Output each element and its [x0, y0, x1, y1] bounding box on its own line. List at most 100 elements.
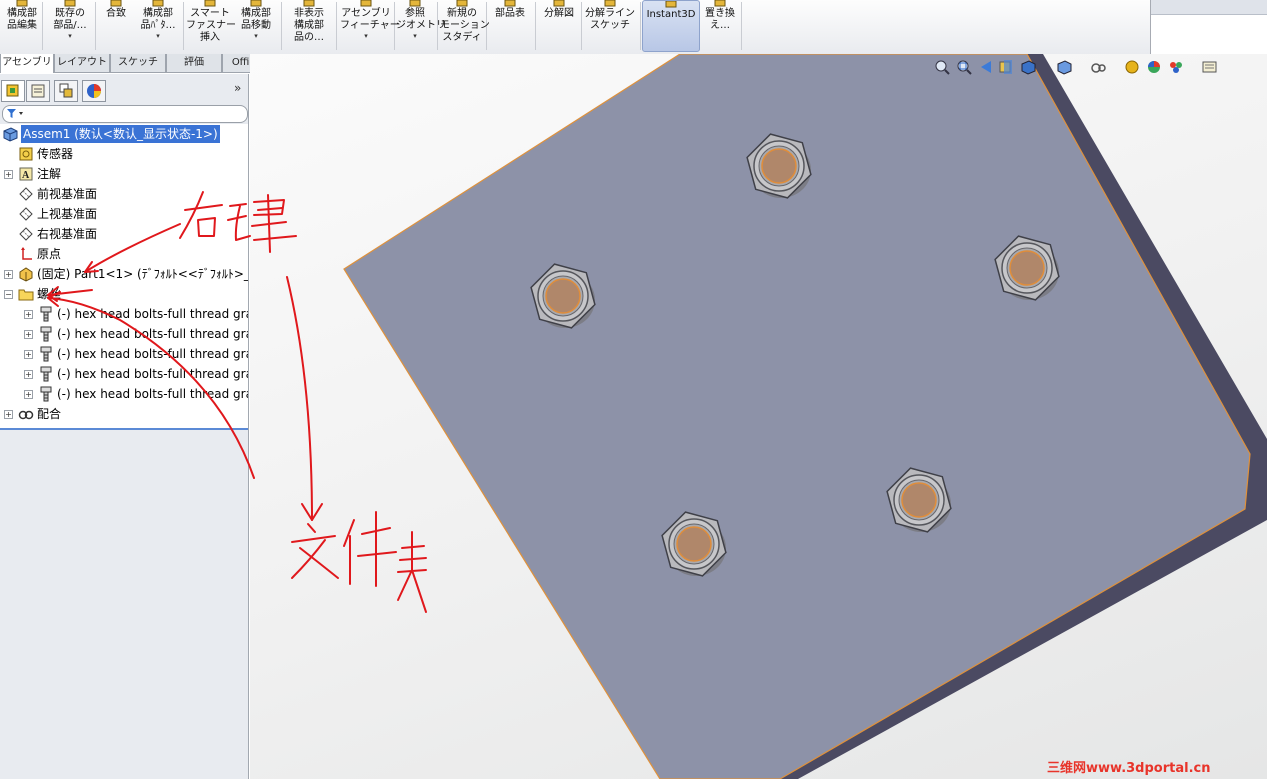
- motion-study-icon: [440, 0, 484, 8]
- tree-item-13[interactable]: + (-) hex head bolts-full thread gra: [0, 384, 248, 404]
- hide-show-items-icon[interactable]: [1090, 59, 1106, 75]
- ribbon-button-label: 非表示 構成部 品の…: [294, 8, 324, 43]
- tree-item-label: (-) hex head bolts-full thread gra: [57, 307, 248, 321]
- command-tab-0[interactable]: アセンブリ: [0, 54, 54, 73]
- property-manager-tab[interactable]: [26, 80, 50, 102]
- expand-plus-icon[interactable]: +: [24, 330, 33, 339]
- plane-icon: [19, 227, 33, 241]
- tree-item-10[interactable]: + (-) hex head bolts-full thread gra: [0, 324, 248, 344]
- chevron-down-icon[interactable]: ▾: [340, 32, 392, 41]
- expand-plus-icon[interactable]: +: [24, 350, 33, 359]
- tree-item-label: (-) hex head bolts-full thread gra: [57, 367, 248, 381]
- command-tab-2[interactable]: スケッチ: [110, 54, 166, 73]
- ribbon-button-9[interactable]: 新規の モーション スタディ: [440, 0, 490, 54]
- ribbon-button-0[interactable]: 構成部 品編集: [0, 0, 44, 54]
- tree-item-8[interactable]: − 螺丝: [0, 284, 248, 304]
- ribbon-button-label: 既存の 部品/…: [53, 8, 87, 31]
- chevron-down-icon[interactable]: ▾: [136, 32, 180, 41]
- ribbon-button-13[interactable]: Instant3D: [642, 0, 700, 52]
- tree-item-label: 注解: [37, 167, 62, 181]
- section-view-icon[interactable]: [998, 59, 1014, 75]
- display-manager-tab[interactable]: [82, 80, 106, 102]
- ribbon-button-label: 新規の モーション スタディ: [440, 8, 490, 43]
- expand-plus-icon[interactable]: +: [24, 390, 33, 399]
- bolt-icon: [40, 386, 52, 402]
- tree-item-label: (-) hex head bolts-full thread gra: [57, 387, 248, 401]
- ribbon-button-5[interactable]: 構成部 品移動 ▾: [234, 0, 278, 54]
- plane-icon: [19, 187, 33, 201]
- tree-item-11[interactable]: + (-) hex head bolts-full thread gra: [0, 344, 248, 364]
- tree-item-0[interactable]: Assem1 (数认<数认_显示状态-1>): [0, 124, 248, 144]
- chevron-down-icon[interactable]: ▾: [234, 32, 278, 41]
- ribbon-button-4[interactable]: スマート ファスナー 挿入: [186, 0, 236, 54]
- expand-plus-icon[interactable]: +: [4, 270, 13, 279]
- smart-fastener-icon: [186, 0, 234, 8]
- ribbon-separator: [535, 2, 536, 50]
- tree-item-3[interactable]: 前视基准面: [0, 184, 248, 204]
- annotation-icon: A: [19, 167, 33, 181]
- ribbon-separator: [581, 2, 582, 50]
- ribbon-button-10[interactable]: 部品表: [488, 0, 532, 54]
- tree-item-14[interactable]: + 配合: [0, 404, 248, 424]
- zoom-to-fit-icon[interactable]: [934, 59, 950, 75]
- display-style-icon[interactable]: [1056, 59, 1072, 75]
- replace-component-icon: [700, 0, 740, 8]
- bolt-icon: [40, 366, 52, 382]
- expand-plus-icon[interactable]: +: [24, 370, 33, 379]
- edit-component-icon: [0, 0, 44, 8]
- ribbon-button-11[interactable]: 分解図: [538, 0, 580, 54]
- mates-icon: [18, 410, 34, 420]
- tree-item-6[interactable]: 原点: [0, 244, 248, 264]
- folder-icon: [18, 289, 34, 301]
- view-palette-icon[interactable]: [1202, 59, 1218, 75]
- command-manager-ribbon: 構成部 品編集 既存の 部品/… ▾ 合致 構成部 品ﾊﾟﾀ… ▾ スマート ファスナー 挿…: [0, 0, 1151, 55]
- ribbon-button-12[interactable]: 分解ライン スケッチ: [584, 0, 636, 54]
- expand-plus-icon[interactable]: +: [4, 170, 13, 179]
- tree-item-1[interactable]: 传感器: [0, 144, 248, 164]
- view-settings-icon[interactable]: [1168, 59, 1184, 75]
- bom-icon: [488, 0, 532, 8]
- feature-manager-tab[interactable]: [1, 80, 25, 102]
- ribbon-button-label: Instant3D: [646, 9, 696, 20]
- command-tab-1[interactable]: レイアウト: [54, 54, 110, 73]
- view-orientation-icon[interactable]: [1020, 59, 1036, 75]
- feature-tree-icon: [6, 84, 19, 97]
- ribbon-extension: [1151, 0, 1267, 15]
- assembly-feature-icon: [340, 0, 392, 8]
- panel-tabs: »: [0, 74, 248, 102]
- tree-item-9[interactable]: + (-) hex head bolts-full thread gra: [0, 304, 248, 324]
- edit-appearance-icon[interactable]: [1124, 59, 1140, 75]
- chevron-down-icon[interactable]: ▾: [396, 32, 434, 41]
- ribbon-button-8[interactable]: 参照 ジオメトリ ▾: [396, 0, 446, 54]
- ribbon-button-label: 置き換 え…: [705, 8, 735, 31]
- ribbon-button-1[interactable]: 既存の 部品/… ▾: [46, 0, 94, 54]
- apply-scene-icon[interactable]: [1146, 59, 1162, 75]
- tree-item-label: 配合: [37, 407, 62, 421]
- tree-item-4[interactable]: 上视基准面: [0, 204, 248, 224]
- expand-panel-chevron-icon[interactable]: »: [234, 81, 241, 95]
- collapse-minus-icon[interactable]: −: [4, 290, 13, 299]
- expand-plus-icon[interactable]: +: [4, 410, 13, 419]
- graphics-viewport[interactable]: [250, 54, 1267, 779]
- ribbon-button-7[interactable]: アセンブリ フィーチャー ▾: [340, 0, 400, 54]
- tree-item-7[interactable]: + (固定) Part1<1> (ﾃﾞﾌｫﾙﾄ<<ﾃﾞﾌｫﾙﾄ>_: [0, 264, 248, 284]
- origin-icon: [21, 247, 32, 260]
- ribbon-button-label: 構成部 品ﾊﾟﾀ…: [140, 8, 176, 31]
- tree-item-12[interactable]: + (-) hex head bolts-full thread gra: [0, 364, 248, 384]
- command-tab-3[interactable]: 評価: [166, 54, 222, 73]
- ribbon-button-6[interactable]: 非表示 構成部 品の…: [286, 0, 332, 54]
- previous-view-icon[interactable]: [978, 59, 994, 75]
- expand-plus-icon[interactable]: +: [24, 310, 33, 319]
- part-icon: [19, 267, 33, 282]
- ribbon-button-2[interactable]: 合致: [98, 0, 134, 54]
- tree-item-5[interactable]: 右视基准面: [0, 224, 248, 244]
- zoom-to-area-icon[interactable]: [956, 59, 972, 75]
- tree-item-2[interactable]: + A 注解: [0, 164, 248, 184]
- tree-item-label: 螺丝: [37, 287, 62, 301]
- ribbon-button-label: アセンブリ フィーチャー: [340, 8, 400, 31]
- configuration-manager-tab[interactable]: [54, 80, 78, 102]
- ribbon-button-3[interactable]: 構成部 品ﾊﾟﾀ… ▾: [136, 0, 180, 54]
- ribbon-button-14[interactable]: 置き換 え…: [700, 0, 740, 54]
- chevron-down-icon[interactable]: ▾: [46, 32, 94, 41]
- tree-filter-input[interactable]: [2, 105, 248, 123]
